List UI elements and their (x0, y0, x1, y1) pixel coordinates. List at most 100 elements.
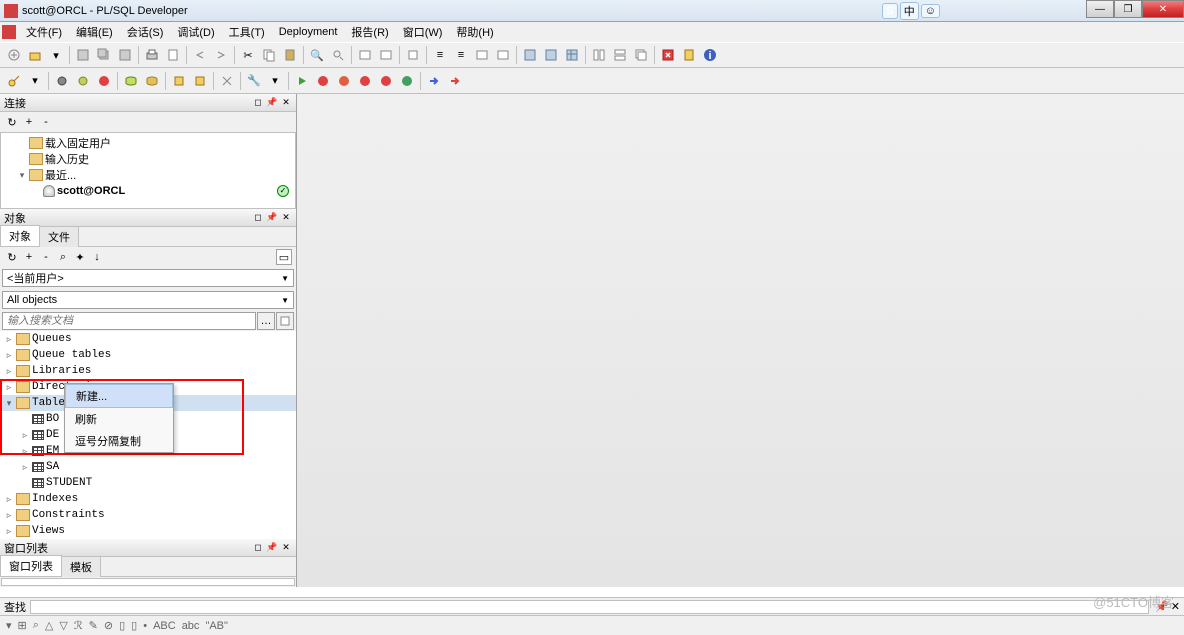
status-item[interactable]: △ (45, 619, 53, 632)
run-icon[interactable] (292, 71, 312, 91)
menu-help[interactable]: 帮助(H) (450, 22, 499, 42)
menu-edit[interactable]: 编辑(E) (70, 22, 119, 42)
runto-icon[interactable] (397, 71, 417, 91)
undo-icon[interactable] (190, 45, 210, 65)
minimize-button[interactable]: — (1086, 0, 1114, 18)
context-menu-item[interactable]: 新建... (65, 384, 173, 408)
obj-remove-icon[interactable]: - (38, 249, 54, 265)
obj-find-icon[interactable]: ⌕ (55, 249, 71, 265)
tree-row[interactable]: STUDENT (0, 475, 296, 491)
findnext-icon[interactable] (328, 45, 348, 65)
user-combo[interactable]: <当前用户> ▼ (2, 269, 294, 287)
panel-pin-icon[interactable]: ◻ (252, 97, 264, 109)
close-button[interactable]: ✕ (1142, 0, 1184, 18)
objects-tree[interactable]: ▹Queues▹Queue tables▹Libraries▹Directori… (0, 331, 296, 539)
next2-icon[interactable] (445, 71, 465, 91)
tab-objects[interactable]: 对象 (0, 225, 40, 246)
sogou-icon[interactable]: S (882, 3, 898, 19)
menu-file[interactable]: 文件(F) (20, 22, 68, 42)
save-icon[interactable] (73, 45, 93, 65)
search-input[interactable] (2, 312, 256, 330)
obj-add-icon[interactable]: + (21, 249, 37, 265)
status-item[interactable]: ABC (153, 620, 176, 632)
conn-add-icon[interactable]: + (21, 114, 37, 130)
menu-debug[interactable]: 调试(D) (171, 22, 220, 42)
context-menu-item[interactable]: 逗号分隔复制 (65, 430, 173, 452)
obj-refresh-icon[interactable]: ↻ (4, 249, 20, 265)
stepover-icon[interactable] (334, 71, 354, 91)
tree-row[interactable]: ▹SA (0, 459, 296, 475)
saveall-icon[interactable] (94, 45, 114, 65)
wrench-drop-icon[interactable]: ▾ (265, 71, 285, 91)
stop-icon[interactable] (658, 45, 678, 65)
cascade-icon[interactable] (631, 45, 651, 65)
panel-pin-icon[interactable]: ◻ (252, 542, 264, 554)
stepout-icon[interactable] (376, 71, 396, 91)
tree-row[interactable]: scott@ORCL✓ (3, 183, 293, 199)
uncomment-icon[interactable] (493, 45, 513, 65)
next-icon[interactable] (424, 71, 444, 91)
compile-icon[interactable] (169, 71, 189, 91)
status-item[interactable]: abc (182, 620, 200, 632)
search-button[interactable] (276, 312, 294, 330)
status-item[interactable]: ▯ (131, 619, 137, 632)
cut-icon[interactable]: ✂ (238, 45, 258, 65)
obj-down-icon[interactable]: ↓ (89, 249, 105, 265)
status-item[interactable]: ℛ (74, 619, 83, 632)
key-icon[interactable] (4, 71, 24, 91)
menu-window[interactable]: 窗口(W) (397, 22, 449, 42)
comment-icon[interactable] (472, 45, 492, 65)
filter-combo[interactable]: All objects ▼ (2, 291, 294, 309)
panel-pin2-icon[interactable]: 📌 (266, 97, 278, 109)
print-icon[interactable] (142, 45, 162, 65)
pause-icon[interactable] (313, 71, 333, 91)
objects-header[interactable]: 对象 ◻ 📌 ✕ (0, 209, 296, 227)
tree-row[interactable]: 载入固定用户 (3, 135, 293, 151)
commit-icon[interactable] (121, 71, 141, 91)
menu-tools[interactable]: 工具(T) (223, 22, 271, 42)
tree-row[interactable]: ▹Indexes (0, 491, 296, 507)
obj-filter-icon[interactable]: ▭ (276, 249, 292, 265)
maximize-button[interactable]: ❐ (1114, 0, 1142, 18)
tree-row[interactable]: ▹Libraries (0, 363, 296, 379)
tree-row[interactable]: ▾最近... (3, 167, 293, 183)
obj-star-icon[interactable]: ✦ (72, 249, 88, 265)
connections-header[interactable]: 连接 ◻ 📌 ✕ (0, 94, 296, 112)
tree-row[interactable]: 输入历史 (3, 151, 293, 167)
status-item[interactable]: ▽ (59, 619, 67, 632)
app-menu-icon[interactable] (2, 25, 16, 39)
conn-remove-icon[interactable]: - (38, 114, 54, 130)
status-item[interactable]: • (143, 620, 147, 632)
tile-v-icon[interactable] (610, 45, 630, 65)
tree-row[interactable]: ▹Constraints (0, 507, 296, 523)
search-more-button[interactable]: … (257, 312, 275, 330)
panel-pin2-icon[interactable]: 📌 (266, 212, 278, 224)
window2-icon[interactable] (541, 45, 561, 65)
save2-icon[interactable] (115, 45, 135, 65)
tree-row[interactable]: ▹Queue tables (0, 347, 296, 363)
book-icon[interactable] (679, 45, 699, 65)
tab-windowlist[interactable]: 窗口列表 (0, 555, 62, 576)
tree-row[interactable]: ▹Views (0, 523, 296, 539)
gear-icon[interactable] (52, 71, 72, 91)
status-item[interactable]: ▾ (6, 619, 12, 632)
panel-close-icon[interactable]: ✕ (280, 212, 292, 224)
find-icon[interactable]: 🔍 (307, 45, 327, 65)
connections-tree[interactable]: 载入固定用户输入历史▾最近...scott@ORCL✓ (0, 132, 296, 209)
find-input[interactable] (30, 600, 1149, 614)
panel-pin-icon[interactable]: ◻ (252, 212, 264, 224)
break-icon[interactable] (94, 71, 114, 91)
copy-icon[interactable] (259, 45, 279, 65)
status-item[interactable]: ⌕ (33, 619, 39, 632)
ime-smile[interactable]: ☺ (921, 4, 940, 18)
window1-icon[interactable] (520, 45, 540, 65)
tree-row[interactable]: ▹Queues (0, 331, 296, 347)
status-item[interactable]: ✎ (89, 619, 98, 632)
beautify-icon[interactable] (217, 71, 237, 91)
tab-template[interactable]: 模板 (61, 556, 101, 577)
assist-icon[interactable] (403, 45, 423, 65)
gear2-icon[interactable] (73, 71, 93, 91)
window3-icon[interactable] (562, 45, 582, 65)
menu-report[interactable]: 报告(R) (345, 22, 394, 42)
open-icon[interactable] (25, 45, 45, 65)
